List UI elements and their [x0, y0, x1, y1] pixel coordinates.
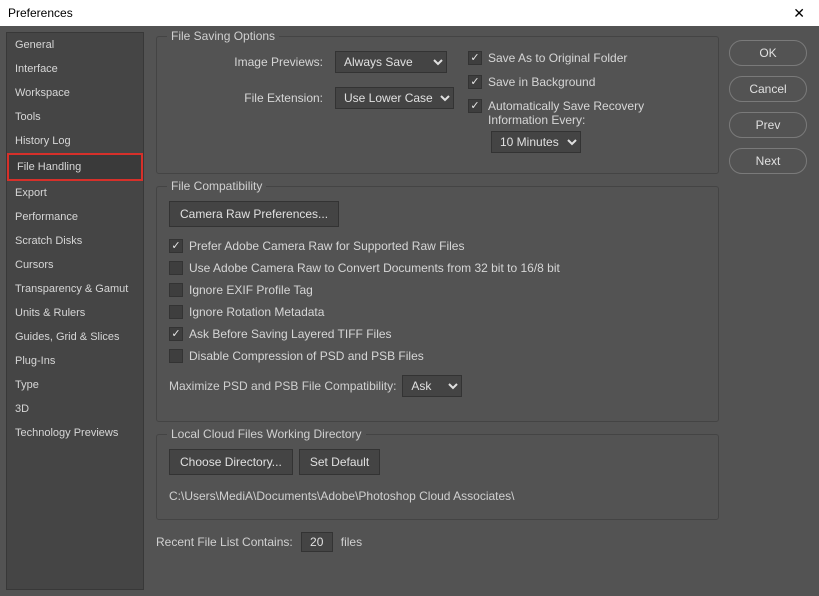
sidebar-item-interface[interactable]: Interface — [7, 57, 143, 81]
file-compatibility-title: File Compatibility — [167, 179, 266, 193]
sidebar-item-performance[interactable]: Performance — [7, 205, 143, 229]
use-acr-32bit-label[interactable]: Use Adobe Camera Raw to Convert Document… — [189, 261, 560, 275]
sidebar-item-transparency-gamut[interactable]: Transparency & Gamut — [7, 277, 143, 301]
cloud-directory-title: Local Cloud Files Working Directory — [167, 427, 366, 441]
file-saving-group: File Saving Options Image Previews: Alwa… — [156, 36, 719, 174]
choose-directory-button[interactable]: Choose Directory... — [169, 449, 293, 475]
save-background-label[interactable]: Save in Background — [488, 75, 595, 89]
max-psd-label: Maximize PSD and PSB File Compatibility: — [169, 379, 396, 393]
sidebar-item-workspace[interactable]: Workspace — [7, 81, 143, 105]
close-icon[interactable]: ✕ — [787, 3, 811, 24]
cloud-path-text: C:\Users\MediA\Documents\Adobe\Photoshop… — [169, 489, 706, 503]
file-extension-label: File Extension: — [169, 91, 329, 105]
prev-button[interactable]: Prev — [729, 112, 807, 138]
sidebar-item-type[interactable]: Type — [7, 373, 143, 397]
recent-files-input[interactable] — [301, 532, 333, 552]
next-button[interactable]: Next — [729, 148, 807, 174]
sidebar-item-cursors[interactable]: Cursors — [7, 253, 143, 277]
recent-files-label: Recent File List Contains: — [156, 535, 293, 549]
auto-save-interval-select[interactable]: 10 Minutes — [491, 131, 581, 153]
ask-tiff-label[interactable]: Ask Before Saving Layered TIFF Files — [189, 327, 392, 341]
disable-compression-checkbox[interactable] — [169, 349, 183, 363]
file-saving-title: File Saving Options — [167, 29, 279, 43]
set-default-button[interactable]: Set Default — [299, 449, 380, 475]
cloud-directory-group: Local Cloud Files Working Directory Choo… — [156, 434, 719, 520]
camera-raw-prefs-button[interactable]: Camera Raw Preferences... — [169, 201, 339, 227]
content-panel: File Saving Options Image Previews: Alwa… — [144, 26, 729, 596]
recent-files-suffix: files — [341, 535, 362, 549]
image-previews-select[interactable]: Always Save — [335, 51, 447, 73]
max-psd-select[interactable]: Ask — [402, 375, 462, 397]
save-as-original-checkbox[interactable] — [468, 51, 482, 65]
prefer-acr-label[interactable]: Prefer Adobe Camera Raw for Supported Ra… — [189, 239, 464, 253]
auto-save-label[interactable]: Automatically Save Recovery Information … — [488, 99, 644, 127]
sidebar-item-file-handling[interactable]: File Handling — [7, 153, 143, 181]
ignore-rotation-checkbox[interactable] — [169, 305, 183, 319]
file-extension-select[interactable]: Use Lower Case — [335, 87, 454, 109]
sidebar-item-technology-previews[interactable]: Technology Previews — [7, 421, 143, 445]
ok-button[interactable]: OK — [729, 40, 807, 66]
sidebar-item-plug-ins[interactable]: Plug-Ins — [7, 349, 143, 373]
disable-compression-label[interactable]: Disable Compression of PSD and PSB Files — [189, 349, 424, 363]
image-previews-label: Image Previews: — [169, 55, 329, 69]
ignore-exif-checkbox[interactable] — [169, 283, 183, 297]
file-compatibility-group: File Compatibility Camera Raw Preference… — [156, 186, 719, 422]
cancel-button[interactable]: Cancel — [729, 76, 807, 102]
sidebar-item-export[interactable]: Export — [7, 181, 143, 205]
save-as-original-label[interactable]: Save As to Original Folder — [488, 51, 627, 65]
main-container: General Interface Workspace Tools Histor… — [0, 26, 819, 596]
recent-files-row: Recent File List Contains: files — [156, 532, 719, 552]
ignore-exif-label[interactable]: Ignore EXIF Profile Tag — [189, 283, 313, 297]
auto-save-checkbox[interactable] — [468, 99, 482, 113]
sidebar-item-scratch-disks[interactable]: Scratch Disks — [7, 229, 143, 253]
use-acr-32bit-checkbox[interactable] — [169, 261, 183, 275]
ignore-rotation-label[interactable]: Ignore Rotation Metadata — [189, 305, 324, 319]
titlebar: Preferences ✕ — [0, 0, 819, 26]
ask-tiff-checkbox[interactable] — [169, 327, 183, 341]
sidebar-item-units-rulers[interactable]: Units & Rulers — [7, 301, 143, 325]
sidebar-item-history-log[interactable]: History Log — [7, 129, 143, 153]
prefer-acr-checkbox[interactable] — [169, 239, 183, 253]
sidebar-item-3d[interactable]: 3D — [7, 397, 143, 421]
action-buttons: OK Cancel Prev Next — [729, 26, 819, 596]
window-title: Preferences — [8, 6, 73, 20]
sidebar: General Interface Workspace Tools Histor… — [6, 32, 144, 590]
sidebar-item-tools[interactable]: Tools — [7, 105, 143, 129]
sidebar-item-general[interactable]: General — [7, 33, 143, 57]
sidebar-item-guides-grid-slices[interactable]: Guides, Grid & Slices — [7, 325, 143, 349]
save-background-checkbox[interactable] — [468, 75, 482, 89]
